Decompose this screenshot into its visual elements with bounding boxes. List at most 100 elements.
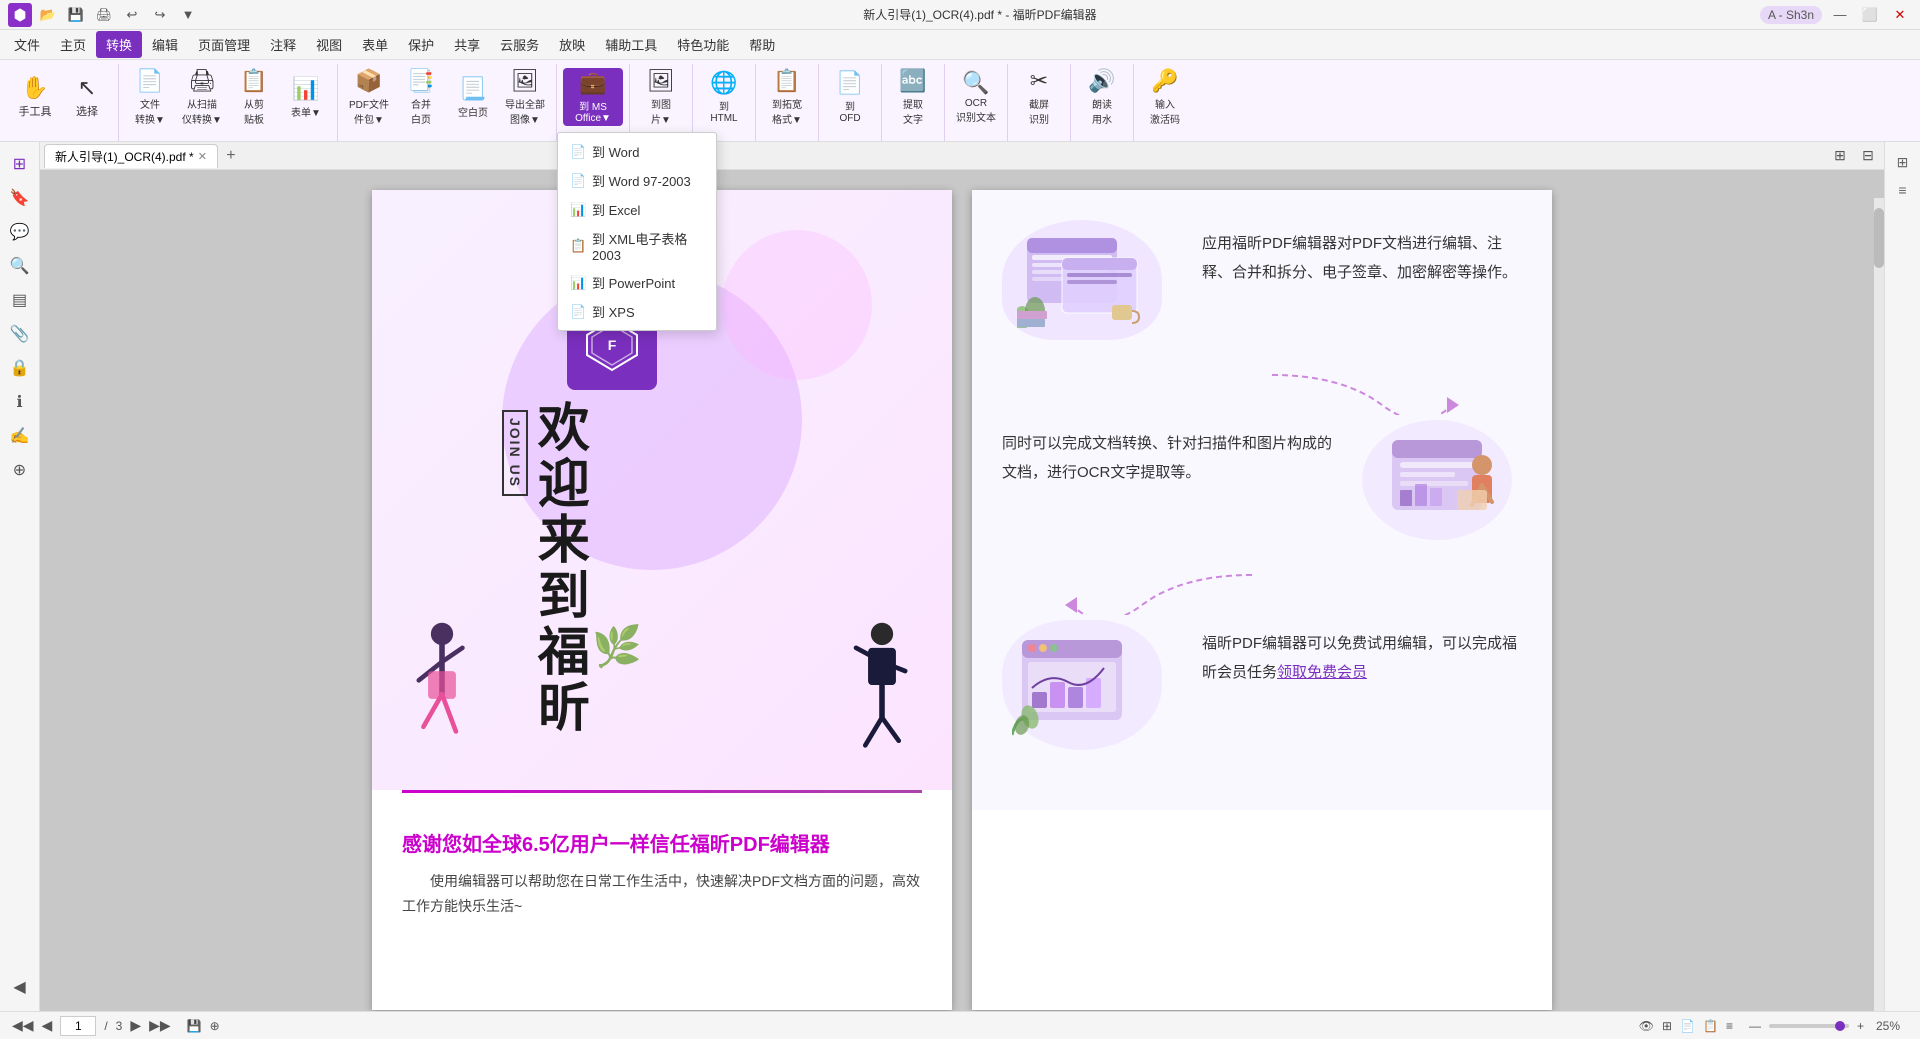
- close-btn[interactable]: ✕: [1888, 3, 1912, 27]
- to-xps-btn[interactable]: 📄 到 XPS: [558, 297, 716, 326]
- nav-prev-btn[interactable]: ◀: [42, 1017, 53, 1034]
- activate-btn[interactable]: 🔑 输入激活码: [1140, 68, 1190, 126]
- extended-format-btn[interactable]: 📋 到拓宽格式▼: [762, 68, 812, 126]
- read-aloud-btn[interactable]: 🔊 朗读用水: [1077, 68, 1127, 126]
- clipboard-icon: 📋: [240, 68, 267, 94]
- feature2-text-block: 同时可以完成文档转换、针对扫描件和图片构成的文档，进行OCR文字提取等。: [1002, 420, 1342, 487]
- to-image-btn[interactable]: 🖼 到图片▼: [636, 68, 686, 126]
- nav-next-btn[interactable]: ▶: [130, 1017, 141, 1034]
- single-page-icon[interactable]: 📄: [1680, 1019, 1695, 1033]
- hand-tool-btn[interactable]: ✋ 手工具: [10, 68, 60, 126]
- menu-edit[interactable]: 编辑: [142, 31, 188, 58]
- merge-btn[interactable]: 📑 合并白页: [396, 68, 446, 126]
- menu-slideshow[interactable]: 放映: [549, 31, 595, 58]
- menu-cloud[interactable]: 云服务: [490, 31, 549, 58]
- new-tab-btn[interactable]: +: [220, 145, 242, 167]
- print-btn[interactable]: 🖨: [92, 3, 116, 27]
- menu-convert[interactable]: 转换: [96, 31, 142, 58]
- sidebar-thumbnail-icon[interactable]: ⊞: [4, 148, 36, 180]
- page2-background: 应用福昕PDF编辑器对PDF文档进行编辑、注释、合并和拆分、电子签章、加密解密等…: [972, 190, 1552, 810]
- sidebar-layers-icon[interactable]: ▤: [4, 284, 36, 316]
- page-number-input[interactable]: [60, 1016, 96, 1036]
- document-tab[interactable]: 新人引导(1)_OCR(4).pdf * ✕: [44, 144, 218, 168]
- office-dropdown: 📄 到 Word 📄 到 Word 97-2003 📊 到 Excel 📋 到 …: [557, 132, 717, 331]
- ocr-btn[interactable]: 🔍 OCR识别文本: [951, 68, 1001, 126]
- menu-share[interactable]: 共享: [444, 31, 490, 58]
- menu-help[interactable]: 帮助: [739, 31, 785, 58]
- save-state-btn[interactable]: 💾: [187, 1019, 202, 1033]
- to-word97-btn[interactable]: 📄 到 Word 97-2003: [558, 166, 716, 195]
- scrollbar-track[interactable]: [1874, 198, 1884, 1011]
- single-page-btn[interactable]: ⊞: [1828, 144, 1852, 168]
- to-html-btn[interactable]: 🌐 到HTML: [699, 68, 749, 126]
- menu-page-manage[interactable]: 页面管理: [188, 31, 260, 58]
- nav-last-btn[interactable]: ▶▶: [149, 1017, 171, 1034]
- right-panel-icon2[interactable]: ≡: [1889, 176, 1917, 204]
- scroll-icon[interactable]: ≡: [1726, 1019, 1733, 1033]
- to-xml-btn[interactable]: 📋 到 XML电子表格2003: [558, 224, 716, 268]
- menu-special[interactable]: 特色功能: [667, 31, 739, 58]
- share-state-btn[interactable]: ⊕: [210, 1019, 220, 1033]
- scan-convert-btn[interactable]: 🖨 从扫描仪转换▼: [177, 68, 227, 126]
- menu-assist[interactable]: 辅助工具: [595, 31, 667, 58]
- nav-first-btn[interactable]: ◀◀: [12, 1017, 34, 1034]
- pdf-package-btn[interactable]: 📦 PDF文件件包▼: [344, 68, 394, 126]
- sidebar-signature-icon[interactable]: ✍: [4, 420, 36, 452]
- titlebar-right: A - Sh3n — ⬜ ✕: [1760, 3, 1912, 27]
- menu-form[interactable]: 表单: [352, 31, 398, 58]
- open-file-btn[interactable]: 📂: [36, 3, 60, 27]
- select-btn[interactable]: ↖ 选择: [62, 68, 112, 126]
- view-mode-icon[interactable]: 👁: [1639, 1019, 1654, 1033]
- two-page-icon[interactable]: 📋: [1703, 1019, 1718, 1033]
- to-ofd-btn[interactable]: 📄 到OFD: [825, 68, 875, 126]
- sidebar-search-icon[interactable]: 🔍: [4, 250, 36, 282]
- ms-office-btn[interactable]: 💼 到 MSOffice▼: [563, 68, 623, 126]
- menu-file[interactable]: 文件: [4, 31, 50, 58]
- file-convert-btn[interactable]: 📄 文件转换▼: [125, 68, 175, 126]
- to-ppt-label: 到 PowerPoint: [592, 273, 675, 292]
- more-btn[interactable]: ▼: [176, 3, 200, 27]
- scrollbar-thumb[interactable]: [1874, 208, 1884, 268]
- blank-btn[interactable]: 📃 空白页: [448, 68, 498, 126]
- menu-annotation[interactable]: 注释: [260, 31, 306, 58]
- screenshot-btn[interactable]: ✂ 截屏识别: [1014, 68, 1064, 126]
- undo-btn[interactable]: ↩: [120, 3, 144, 27]
- two-page-btn[interactable]: ⊟: [1856, 144, 1880, 168]
- feature-block-3: 福昕PDF编辑器可以免费试用编辑，可以完成福昕会员任务领取免费会员: [1002, 620, 1522, 750]
- right-panel-icon1[interactable]: ⊞: [1889, 148, 1917, 176]
- sidebar-info-icon[interactable]: ℹ: [4, 386, 36, 418]
- menu-protect[interactable]: 保护: [398, 31, 444, 58]
- form-btn[interactable]: 📊 表单▼: [281, 68, 331, 126]
- export-img-label: 导出全部图像▼: [505, 96, 545, 126]
- merge-icon: 📑: [407, 68, 434, 94]
- menu-home[interactable]: 主页: [50, 31, 96, 58]
- sidebar-comment-icon[interactable]: 💬: [4, 216, 36, 248]
- page-separator: /: [104, 1019, 107, 1033]
- fit-page-btn[interactable]: ⊞: [1662, 1019, 1672, 1033]
- document-content[interactable]: F JOIN US 欢迎来到福昕: [40, 170, 1884, 1011]
- redo-btn[interactable]: ↪: [148, 3, 172, 27]
- zoom-slider[interactable]: [1769, 1024, 1849, 1028]
- sidebar-expand-btn[interactable]: ◀: [4, 971, 36, 1003]
- to-word97-label: 到 Word 97-2003: [592, 171, 691, 190]
- sidebar-bookmark-icon[interactable]: 🔖: [4, 182, 36, 214]
- menu-view[interactable]: 视图: [306, 31, 352, 58]
- clipboard-btn[interactable]: 📋 从剪贴板: [229, 68, 279, 126]
- tab-close-btn[interactable]: ✕: [198, 150, 207, 163]
- maximize-btn[interactable]: ⬜: [1858, 3, 1882, 27]
- export-img-btn[interactable]: 🖼 导出全部图像▼: [500, 68, 550, 126]
- sidebar-stamp-icon[interactable]: ⊕: [4, 454, 36, 486]
- to-excel-btn[interactable]: 📊 到 Excel: [558, 195, 716, 224]
- arrow1: [1262, 365, 1462, 415]
- sidebar-lock-icon[interactable]: 🔒: [4, 352, 36, 384]
- free-member-link[interactable]: 领取免费会员: [1277, 664, 1367, 681]
- to-powerpoint-btn[interactable]: 📊 到 PowerPoint: [558, 268, 716, 297]
- sidebar-attachment-icon[interactable]: 📎: [4, 318, 36, 350]
- read-icon: 🔊: [1088, 68, 1115, 94]
- save-btn[interactable]: 💾: [64, 3, 88, 27]
- app-logo: [8, 3, 32, 27]
- to-word-btn[interactable]: 📄 到 Word: [558, 137, 716, 166]
- extended-icon: 📋: [773, 68, 800, 94]
- minimize-btn[interactable]: —: [1828, 3, 1852, 27]
- extract-text-btn[interactable]: 🔤 提取文字: [888, 68, 938, 126]
